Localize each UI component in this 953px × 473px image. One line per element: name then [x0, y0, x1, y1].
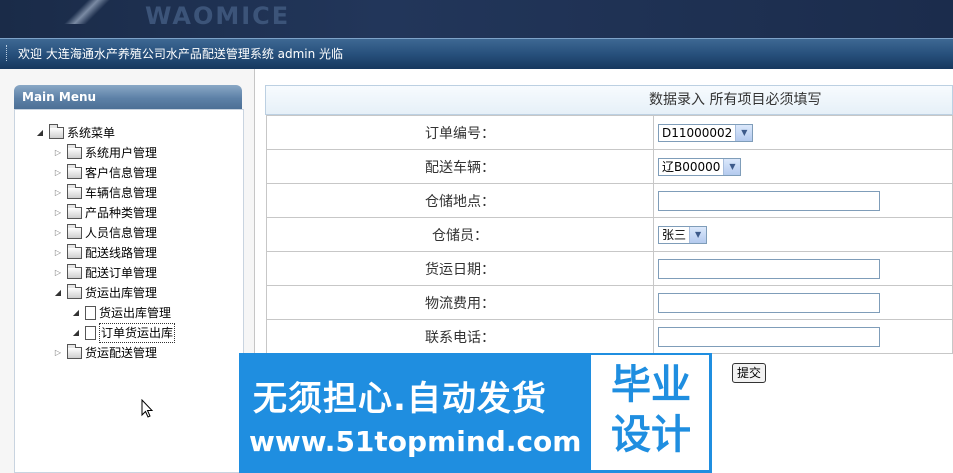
triangle-right-icon[interactable]: ▷	[51, 204, 65, 222]
triangle-right-icon[interactable]: ▷	[51, 144, 65, 162]
tree-item-orders[interactable]: ▷ 配送订单管理	[51, 264, 157, 282]
phone-input[interactable]	[658, 326, 880, 347]
phone-label: 联系电话：	[266, 319, 654, 354]
storekeeper-select[interactable]: 张三 ▼	[658, 225, 708, 244]
tree-item-product-types[interactable]: ▷ 产品种类管理	[51, 204, 157, 222]
triangle-right-icon[interactable]: ▷	[51, 264, 65, 282]
tree-item-delivery[interactable]: ▷ 货运配送管理	[51, 344, 157, 362]
tree-item-label[interactable]: 货运配送管理	[85, 344, 157, 362]
order-number-label: 订单编号：	[266, 115, 654, 150]
main-menu-header: Main Menu	[14, 85, 242, 109]
pointer-cursor-icon	[141, 399, 154, 418]
top-banner: WAOMICE	[0, 0, 953, 38]
tree-item-label-selected[interactable]: 订单货运出库	[99, 323, 176, 343]
vehicle-value: 辽B00000	[662, 160, 721, 174]
triangle-down-icon[interactable]: ◢	[33, 124, 47, 142]
welcome-text: 欢迎 大连海通水产养殖公司水产品配送管理系统 admin 光临	[18, 47, 344, 61]
page-icon	[85, 326, 96, 340]
tree-item-outbound[interactable]: ◢ 货运出库管理	[51, 284, 157, 302]
triangle-down-icon: ◢	[72, 328, 80, 337]
folder-icon	[67, 144, 82, 159]
form-row-storekeeper: 仓储员： 张三 ▼	[266, 217, 953, 252]
order-number-value: D11000002	[662, 125, 733, 140]
triangle-right-icon[interactable]: ▷	[51, 344, 65, 362]
submit-button[interactable]: 提交	[732, 363, 767, 383]
folder-icon	[67, 184, 82, 199]
data-entry-table: 订单编号： D11000002 ▼ 配送车辆： 辽B00000 ▼ 仓储地点：	[266, 115, 953, 354]
tree-item-personnel[interactable]: ▷ 人员信息管理	[51, 224, 157, 242]
logistics-fee-input[interactable]	[658, 292, 880, 313]
welcome-bar: 欢迎 大连海通水产养殖公司水产品配送管理系统 admin 光临	[0, 38, 953, 69]
tree-item-label[interactable]: 系统用户管理	[85, 144, 157, 162]
tree-item-system-users[interactable]: ▷ 系统用户管理	[51, 144, 157, 162]
form-header: 数据录入 所有项目必须填写	[265, 85, 953, 115]
chevron-down-icon[interactable]: ▼	[735, 124, 753, 141]
form-row-vehicle: 配送车辆： 辽B00000 ▼	[266, 149, 953, 184]
chevron-down-icon[interactable]: ▼	[689, 226, 707, 243]
folder-icon	[67, 244, 82, 259]
form-row-order-number: 订单编号： D11000002 ▼	[266, 115, 953, 150]
ship-date-input[interactable]	[658, 258, 880, 279]
tree-root[interactable]: ◢ 系统菜单	[33, 124, 115, 142]
folder-icon	[67, 284, 82, 299]
triangle-right-icon[interactable]: ▷	[51, 244, 65, 262]
page-icon	[85, 306, 96, 320]
banner-logo: WAOMICE	[145, 2, 291, 30]
tree-item-label[interactable]: 配送线路管理	[85, 244, 157, 262]
vehicle-select[interactable]: 辽B00000 ▼	[658, 157, 742, 176]
triangle-right-icon[interactable]: ▷	[51, 224, 65, 242]
watermark-banner: 无须担心.自动发货 www.51topmind.com 毕业 设计	[239, 353, 712, 473]
chevron-down-icon[interactable]: ▼	[723, 158, 741, 175]
folder-icon	[67, 224, 82, 239]
tree-root-label[interactable]: 系统菜单	[67, 124, 115, 142]
storage-location-label: 仓储地点：	[266, 183, 654, 218]
banner-graphic	[55, 0, 125, 24]
storekeeper-value: 张三	[662, 228, 687, 242]
storage-location-input[interactable]	[658, 190, 880, 211]
form-row-storage-location: 仓储地点：	[266, 183, 953, 218]
tree-item-label[interactable]: 客户信息管理	[85, 164, 157, 182]
storekeeper-label: 仓储员：	[266, 217, 654, 252]
left-panel: Main Menu ◢ 系统菜单 ▷ 系统用户管理 ▷ 客户信息管理 ▷ 车辆信…	[0, 69, 255, 473]
watermark-badge-line1: 毕业	[611, 362, 691, 408]
folder-icon	[67, 204, 82, 219]
folder-icon	[67, 344, 82, 359]
triangle-right-icon[interactable]: ▷	[51, 184, 65, 202]
tree-item-routes[interactable]: ▷ 配送线路管理	[51, 244, 157, 262]
tree-item-label[interactable]: 产品种类管理	[85, 204, 157, 222]
logistics-fee-label: 物流费用：	[266, 285, 654, 320]
menu-tree: ◢ 系统菜单 ▷ 系统用户管理 ▷ 客户信息管理 ▷ 车辆信息管理 ▷ 产品种类…	[14, 109, 244, 473]
order-number-select[interactable]: D11000002 ▼	[658, 123, 754, 142]
tree-item-customers[interactable]: ▷ 客户信息管理	[51, 164, 157, 182]
watermark-badge: 毕业 设计	[591, 355, 709, 470]
folder-icon	[49, 124, 64, 139]
tree-item-label[interactable]: 货运出库管理	[85, 284, 157, 302]
folder-icon	[67, 164, 82, 179]
tree-item-order-outbound[interactable]: ◢ 订单货运出库	[69, 323, 176, 343]
welcome-separator	[6, 45, 9, 61]
tree-item-label[interactable]: 货运出库管理	[99, 304, 171, 322]
tree-item-label[interactable]: 车辆信息管理	[85, 184, 157, 202]
ship-date-label: 货运日期：	[266, 251, 654, 286]
watermark-badge-line2: 设计	[611, 412, 691, 458]
triangle-down-icon: ◢	[72, 308, 80, 317]
tree-item-label[interactable]: 配送订单管理	[85, 264, 157, 282]
watermark-url: www.51topmind.com	[249, 425, 582, 458]
folder-icon	[67, 264, 82, 279]
triangle-down-icon[interactable]: ◢	[51, 284, 65, 302]
tree-item-label[interactable]: 人员信息管理	[85, 224, 157, 242]
form-row-ship-date: 货运日期：	[266, 251, 953, 286]
tree-item-outbound-manage[interactable]: ◢ 货运出库管理	[69, 304, 171, 322]
tree-item-vehicles[interactable]: ▷ 车辆信息管理	[51, 184, 157, 202]
form-row-logistics-fee: 物流费用：	[266, 285, 953, 320]
watermark-slogan: 无须担心.自动发货	[253, 379, 547, 419]
triangle-right-icon[interactable]: ▷	[51, 164, 65, 182]
form-row-phone: 联系电话：	[266, 319, 953, 354]
vehicle-label: 配送车辆：	[266, 149, 654, 184]
